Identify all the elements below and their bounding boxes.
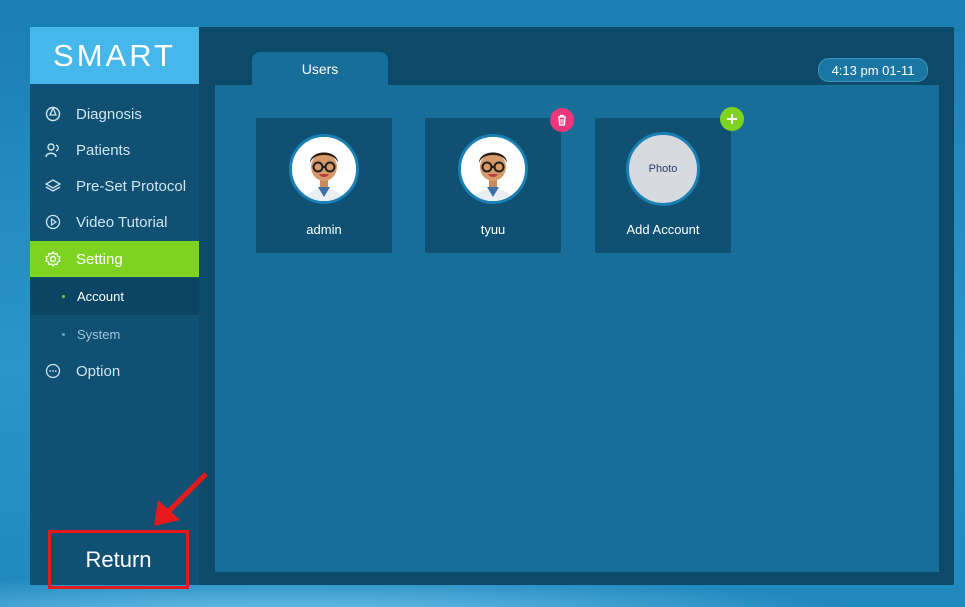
sidebar-item-label: Video Tutorial bbox=[76, 213, 168, 231]
avatar bbox=[458, 134, 528, 204]
more-icon bbox=[45, 363, 61, 379]
delete-icon[interactable] bbox=[550, 108, 574, 132]
sidebar-item-preset-protocol[interactable]: Pre-Set Protocol bbox=[30, 168, 199, 204]
sidebar-item-setting[interactable]: Setting bbox=[30, 241, 199, 277]
add-account-card[interactable]: Photo Add Account bbox=[595, 118, 731, 253]
bullet-icon bbox=[62, 295, 65, 298]
sidebar-item-patients[interactable]: Patients bbox=[30, 132, 199, 168]
sidebar-item-video-tutorial[interactable]: Video Tutorial bbox=[30, 204, 199, 240]
diagnosis-icon bbox=[45, 106, 61, 122]
user-name: tyuu bbox=[480, 222, 506, 237]
sidebar-item-diagnosis[interactable]: Diagnosis bbox=[30, 96, 199, 132]
add-icon[interactable] bbox=[720, 107, 744, 131]
clock-display: 4:13 pm 01-11 bbox=[818, 58, 928, 82]
sidebar-subitem-system[interactable]: System bbox=[30, 316, 199, 353]
sidebar-item-option[interactable]: Option bbox=[30, 353, 199, 389]
bullet-icon bbox=[62, 333, 65, 336]
user-card-tyuu[interactable]: tyuu bbox=[425, 118, 561, 253]
layers-icon bbox=[45, 178, 61, 194]
sidebar-item-label: Pre-Set Protocol bbox=[76, 177, 187, 195]
user-name: admin bbox=[306, 222, 342, 237]
play-icon bbox=[45, 214, 61, 230]
patients-icon bbox=[45, 142, 61, 158]
sidebar-subitem-label: Account bbox=[77, 289, 124, 304]
return-button[interactable]: Return bbox=[48, 530, 189, 589]
app-logo: SMART bbox=[30, 27, 199, 84]
gear-icon bbox=[45, 251, 61, 267]
add-account-label: Add Account bbox=[626, 222, 700, 237]
photo-placeholder: Photo bbox=[626, 132, 700, 206]
sidebar-subitem-label: System bbox=[77, 327, 121, 342]
avatar bbox=[289, 134, 359, 204]
sidebar-item-label: Setting bbox=[76, 250, 123, 268]
sidebar-item-label: Diagnosis bbox=[76, 105, 142, 123]
sidebar-subitem-account[interactable]: Account bbox=[30, 278, 199, 315]
sidebar-item-label: Patients bbox=[76, 141, 131, 159]
annotation-arrow-icon bbox=[154, 472, 208, 526]
tab-users[interactable]: Users bbox=[252, 52, 388, 85]
sidebar-item-label: Option bbox=[76, 362, 121, 380]
user-card-admin[interactable]: admin bbox=[256, 118, 392, 253]
